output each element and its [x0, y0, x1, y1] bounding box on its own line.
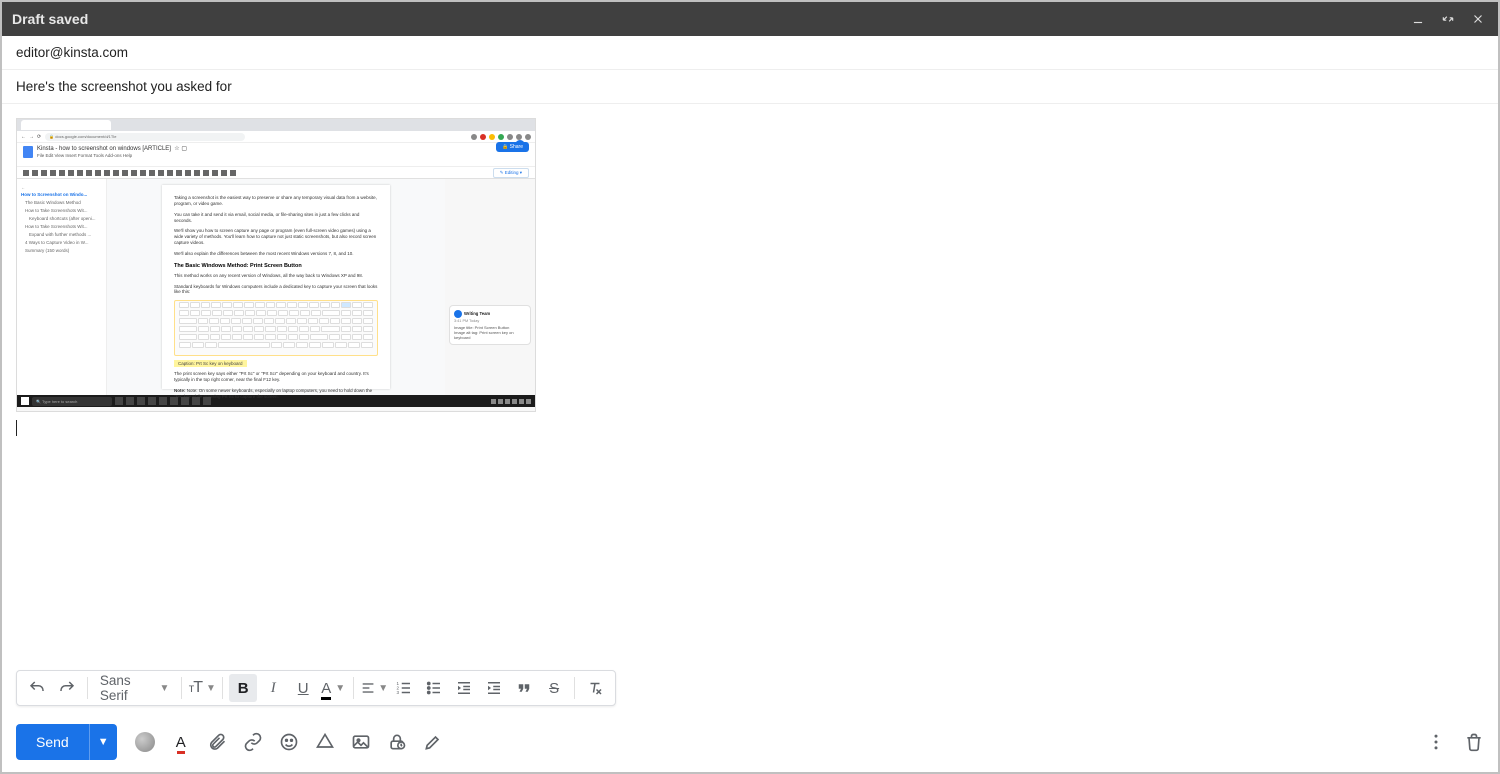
shot-docs-header: Kinsta - how to screenshot on windows [A…: [17, 143, 535, 167]
indent-less-button[interactable]: [450, 674, 478, 702]
shot-tab: [21, 120, 111, 130]
text-color-button[interactable]: A▼: [319, 674, 347, 702]
send-group: Send ▼: [16, 724, 117, 760]
insert-drive-icon[interactable]: [315, 732, 335, 752]
shot-doc-menu: File Edit View Insert Format Tools Add-o…: [37, 153, 187, 158]
subject-row[interactable]: Here's the screenshot you asked for: [2, 70, 1498, 104]
italic-button[interactable]: I: [259, 674, 287, 702]
insert-photo-icon[interactable]: [351, 732, 371, 752]
strikethrough-button[interactable]: S: [540, 674, 568, 702]
more-options-icon[interactable]: [1426, 732, 1446, 752]
message-body[interactable]: ←→⟳ 🔒 docs.google.com/document/d/1Tle Ki…: [2, 104, 1498, 670]
undo-button[interactable]: [23, 674, 51, 702]
shot-browser-tabs: [17, 119, 535, 131]
recipients-row[interactable]: editor@kinsta.com: [2, 36, 1498, 70]
insert-link-icon[interactable]: [243, 732, 263, 752]
send-button[interactable]: Send: [16, 724, 89, 760]
insert-icons: A: [135, 732, 443, 752]
shot-docs-toolbar: ✎ Editing ▾: [17, 167, 535, 179]
docs-icon: [23, 146, 33, 158]
bullet-list-button[interactable]: [420, 674, 448, 702]
send-options-button[interactable]: ▼: [89, 724, 117, 760]
remove-formatting-button[interactable]: [581, 674, 609, 702]
shot-keyboard-image: [174, 300, 378, 356]
text-cursor: [16, 420, 17, 436]
window-title: Draft saved: [12, 11, 88, 27]
redo-button[interactable]: [53, 674, 81, 702]
inline-image[interactable]: ←→⟳ 🔒 docs.google.com/document/d/1Tle Ki…: [16, 118, 536, 412]
subject-text[interactable]: Here's the screenshot you asked for: [16, 79, 232, 94]
quote-button[interactable]: [510, 674, 538, 702]
shot-main: ← How to Screenshot on Windo... The Basi…: [17, 179, 535, 395]
shot-page-wrap: Taking a screenshot is the easiest way t…: [107, 179, 445, 395]
indent-more-button[interactable]: [480, 674, 508, 702]
discard-draft-icon[interactable]: [1464, 732, 1484, 752]
shot-share-button: 🔒 Share: [496, 142, 529, 152]
shot-url: 🔒 docs.google.com/document/d/1Tle: [45, 133, 245, 141]
shot-comment: Writing Team 3:41 PM Today Image title: …: [449, 305, 531, 345]
formatting-toolbar: Sans Serif▼ тT▼ B I U A▼ ▼ 123 S: [16, 670, 616, 706]
insert-signature-icon[interactable]: [423, 732, 443, 752]
attach-file-icon[interactable]: [207, 732, 227, 752]
insert-emoji-icon[interactable]: [279, 732, 299, 752]
titlebar: Draft saved: [2, 2, 1498, 36]
formatting-options-icon[interactable]: [135, 732, 155, 752]
compose-window: Draft saved editor@kinsta.com Here's the…: [0, 0, 1500, 774]
recipient-chip[interactable]: editor@kinsta.com: [16, 45, 128, 60]
close-button[interactable]: [1468, 9, 1488, 29]
right-actions: [1426, 732, 1484, 752]
bold-button[interactable]: B: [229, 674, 257, 702]
shot-address-bar: ←→⟳ 🔒 docs.google.com/document/d/1Tle: [17, 131, 535, 143]
windows-start-icon: [21, 397, 29, 405]
fullscreen-exit-button[interactable]: [1438, 9, 1458, 29]
shot-caption: Caption: Prt Sc key on keyboard: [174, 360, 247, 367]
svg-text:3: 3: [397, 690, 400, 695]
shot-outline: ← How to Screenshot on Windo... The Basi…: [17, 179, 107, 395]
taskbar-search: 🔍 Type here to search: [32, 397, 112, 406]
font-size-button[interactable]: тT▼: [188, 674, 216, 702]
text-color-icon[interactable]: A: [171, 732, 191, 752]
numbered-list-button[interactable]: 123: [390, 674, 418, 702]
align-button[interactable]: ▼: [360, 674, 388, 702]
minimize-button[interactable]: [1408, 9, 1428, 29]
confidential-mode-icon[interactable]: [387, 732, 407, 752]
font-family-picker[interactable]: Sans Serif▼: [94, 673, 176, 703]
shot-right-sidebar: Writing Team 3:41 PM Today Image title: …: [445, 179, 535, 395]
shot-doc-title: Kinsta - how to screenshot on windows [A…: [37, 145, 187, 152]
underline-button[interactable]: U: [289, 674, 317, 702]
shot-page: Taking a screenshot is the easiest way t…: [162, 185, 390, 389]
compose-actions: Send ▼ A: [2, 718, 1498, 772]
